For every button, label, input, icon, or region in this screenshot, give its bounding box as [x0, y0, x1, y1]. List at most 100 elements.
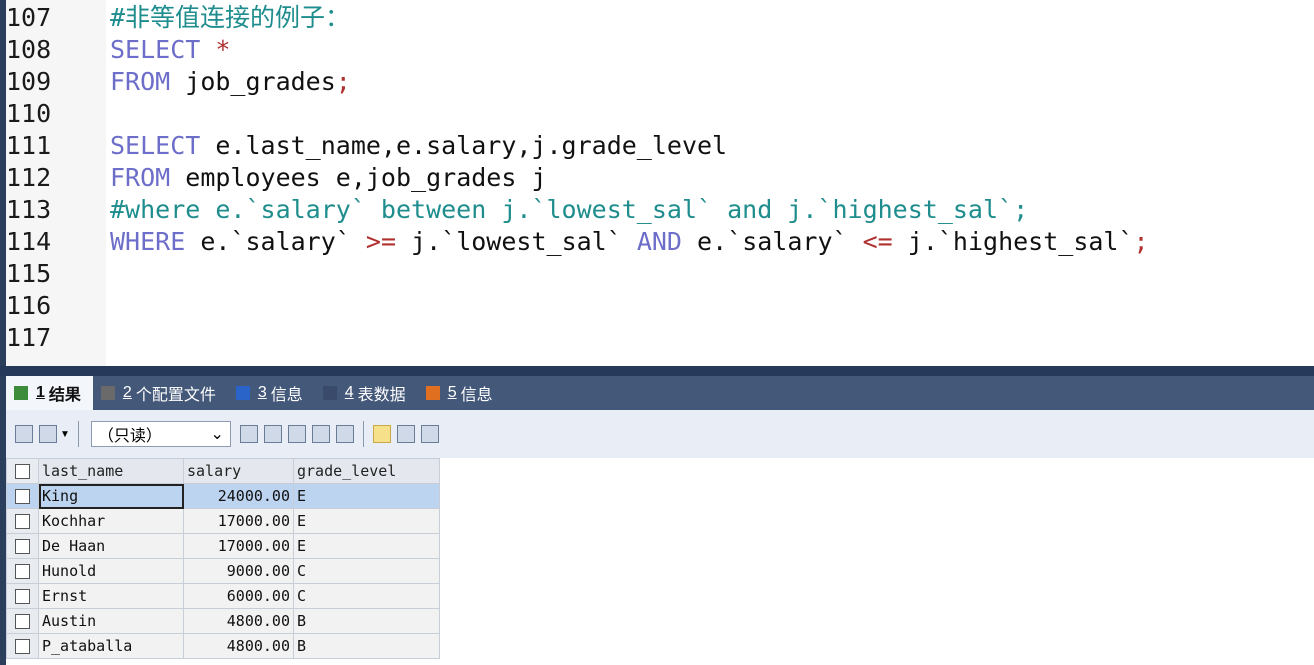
code-token: WHERE	[110, 227, 201, 256]
tab-3[interactable]: 3 信息	[228, 376, 315, 410]
export-icon[interactable]	[39, 425, 57, 443]
column-header-salary[interactable]: salary	[183, 458, 294, 484]
table-row[interactable]: Hunold 9000.00 C	[6, 558, 440, 584]
salary-cell[interactable]: 9000.00	[183, 558, 294, 584]
grade-level-cell[interactable]: C	[293, 583, 440, 609]
line-number: 115	[6, 259, 52, 288]
result-grid[interactable]: last_name salary grade_level King 24000.0…	[6, 458, 1314, 665]
row-checkbox[interactable]	[6, 533, 39, 559]
code-text: FROM job_grades;	[110, 66, 351, 98]
tab-5[interactable]: 5 信息	[418, 376, 505, 410]
line-number: 111	[6, 131, 52, 160]
last-name-cell[interactable]: Ernst	[38, 583, 184, 609]
last-name-cell[interactable]: King	[38, 483, 184, 509]
profile-icon	[100, 386, 115, 400]
line-number: 113	[6, 195, 52, 224]
splitter[interactable]	[0, 366, 1314, 376]
salary-cell[interactable]: 4800.00	[183, 608, 294, 634]
tab-label: 信息	[460, 387, 493, 404]
column-header-grade-level[interactable]: grade_level	[293, 458, 440, 484]
grade-level-cell[interactable]: E	[293, 533, 440, 559]
row-checkbox[interactable]	[6, 608, 39, 634]
line-number: 116	[6, 291, 52, 320]
code-text: SELECT *	[110, 34, 230, 66]
delete-icon[interactable]	[311, 425, 330, 443]
form-view-icon[interactable]	[396, 425, 415, 443]
table-row[interactable]: Kochhar 17000.00 E	[6, 508, 440, 534]
row-checkbox[interactable]	[6, 483, 39, 509]
grade-level-cell[interactable]: E	[293, 508, 440, 534]
code-token: j.`lowest_sal`	[396, 227, 637, 256]
result-grid-icon	[14, 386, 28, 400]
grade-level-cell[interactable]: B	[293, 633, 440, 659]
last-name-cell[interactable]: Austin	[38, 608, 184, 634]
code-token: *	[215, 35, 231, 64]
tab-number: 1	[36, 384, 45, 401]
tab-1[interactable]: 1 结果	[6, 376, 93, 410]
readonly-select[interactable]: （只读） ⌄	[90, 421, 231, 447]
insert-row-icon[interactable]	[15, 425, 33, 443]
code-token: <=	[862, 227, 893, 256]
line-number: 117	[6, 323, 52, 352]
tab-label: 信息	[270, 387, 303, 404]
code-token: FROM	[110, 163, 186, 192]
last-name-cell[interactable]: Kochhar	[38, 508, 184, 534]
tab-label: 个配置文件	[135, 387, 216, 404]
row-checkbox[interactable]	[6, 558, 39, 584]
grade-level-cell[interactable]: E	[293, 483, 440, 509]
tab-number: 3	[257, 384, 267, 401]
salary-cell[interactable]: 6000.00	[183, 583, 294, 609]
grid-view-icon[interactable]	[372, 425, 391, 443]
save-icon[interactable]	[287, 425, 306, 443]
table-row[interactable]: King 24000.00 E	[6, 483, 440, 509]
row-checkbox[interactable]	[6, 583, 39, 609]
toolbar-separator	[362, 421, 364, 447]
add-row-icon[interactable]	[239, 425, 258, 443]
last-name-cell[interactable]: Hunold	[38, 558, 184, 584]
grade-level-cell[interactable]: C	[293, 558, 440, 584]
code-token: FROM	[110, 67, 186, 96]
last-name-cell[interactable]: De Haan	[38, 533, 184, 559]
code-token: employees e,job_grades j	[185, 163, 547, 192]
code-text: SELECT e.last_name,e.salary,j.grade_leve…	[110, 130, 727, 162]
code-token: ;	[1133, 227, 1149, 256]
cancel-changes-icon[interactable]	[335, 425, 354, 443]
result-tabs: 1 结果 2 个配置文件 3 信息 4 表数据 5 信息	[6, 376, 1314, 410]
toolbar-separator	[77, 421, 79, 447]
grade-level-cell[interactable]: B	[293, 608, 440, 634]
table-row[interactable]: Austin 4800.00 B	[6, 608, 440, 634]
code-token: SELECT	[110, 35, 216, 64]
code-token: #where e.`salary` between j.`lowest_sal`…	[110, 195, 1029, 224]
code-token: e.last_name,e.salary,j.grade_level	[215, 131, 728, 160]
tab-2[interactable]: 2 个配置文件	[93, 376, 228, 410]
table-row[interactable]: Ernst 6000.00 C	[6, 583, 440, 609]
tab-4[interactable]: 4 表数据	[315, 376, 418, 410]
row-checkbox[interactable]	[6, 633, 39, 659]
chevron-down-icon: ⌄	[210, 426, 224, 443]
salary-cell[interactable]: 17000.00	[183, 508, 294, 534]
code-token: ;	[335, 67, 351, 96]
export-dropdown-icon[interactable]: ▼	[60, 429, 70, 440]
column-header-last-name[interactable]: last_name	[38, 458, 184, 484]
select-all-checkbox[interactable]	[6, 458, 39, 484]
salary-cell[interactable]: 17000.00	[183, 533, 294, 559]
sql-editor[interactable]: 107 #非等值连接的例子： 108 SELECT * 109 FROM job_grad…	[6, 0, 1314, 366]
duplicate-row-icon[interactable]	[263, 425, 282, 443]
table-row[interactable]: P_ataballa 4800.00 B	[6, 633, 440, 659]
code-token: e.`salary`	[200, 227, 366, 256]
result-toolbar: ▼ （只读） ⌄	[6, 410, 1314, 458]
salary-cell[interactable]: 4800.00	[183, 633, 294, 659]
line-number: 107	[6, 3, 52, 32]
text-view-icon[interactable]	[420, 425, 439, 443]
info-chart-icon	[425, 386, 440, 400]
code-text: #where e.`salary` between j.`lowest_sal`…	[110, 194, 1028, 226]
last-name-cell[interactable]: P_ataballa	[38, 633, 184, 659]
salary-cell[interactable]: 24000.00	[183, 483, 294, 509]
line-number: 108	[6, 35, 52, 64]
row-checkbox[interactable]	[6, 508, 39, 534]
line-number: 112	[6, 163, 52, 192]
code-text: WHERE e.`salary` >= j.`lowest_sal` AND e…	[110, 226, 1149, 258]
tab-label: 表数据	[357, 387, 406, 404]
readonly-select-value: （只读）	[97, 428, 162, 445]
table-row[interactable]: De Haan 17000.00 E	[6, 533, 440, 559]
